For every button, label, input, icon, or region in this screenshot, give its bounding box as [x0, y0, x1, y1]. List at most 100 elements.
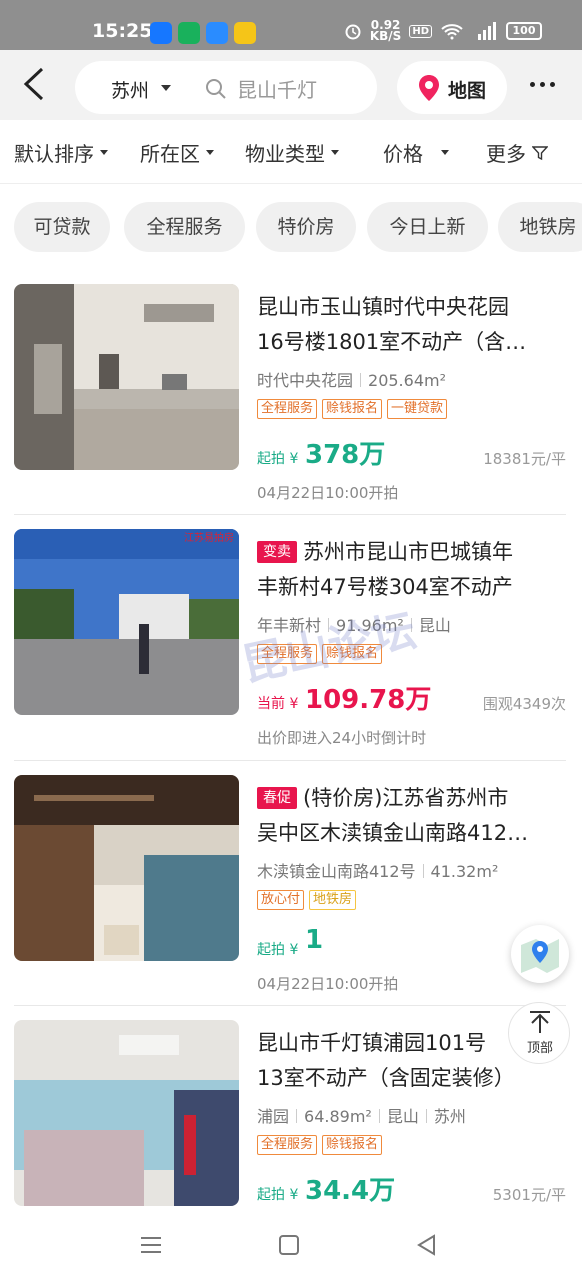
listing-photo[interactable]	[14, 775, 239, 961]
listing-title[interactable]: 春促 (特价房)江苏省苏州市 吴中区木渎镇金山南路412…	[257, 781, 562, 851]
filter-more[interactable]: 更多	[486, 138, 548, 167]
price: 378万	[305, 440, 386, 470]
filter-bar: 默认排序 所在区 物业类型 价格 更多	[0, 120, 582, 184]
arrow-up-icon	[530, 1011, 550, 1033]
listing-title-line1: 苏州市昆山市巴城镇年	[303, 540, 513, 564]
price-prefix: 起拍 ¥	[257, 1187, 299, 1203]
status-right: 0.92 KB/S HD 100	[344, 19, 542, 42]
district: 昆山	[418, 616, 451, 635]
area: 41.32m²	[430, 862, 499, 881]
price: 1	[305, 925, 324, 955]
chevron-left-icon	[23, 67, 44, 101]
listing-photo[interactable]	[14, 1020, 239, 1206]
listing-photo[interactable]: 江苏易拍房	[14, 529, 239, 715]
listing-title-line2: 吴中区木渎镇金山南路412…	[257, 821, 529, 845]
listing-meta: 时代中央花园 205.64m²	[257, 367, 446, 391]
signal-icon	[478, 22, 496, 40]
tag: 地铁房	[309, 890, 357, 910]
unit-price: 5301元/平	[492, 1186, 566, 1204]
tag: 赊钱报名	[322, 644, 383, 664]
caret-down-icon	[206, 150, 214, 155]
alarm-icon	[345, 24, 361, 40]
listing-title-line1: (特价房)江苏省苏州市	[303, 786, 509, 810]
battery-indicator: 100	[506, 22, 542, 40]
listing-meta: 木渎镇金山南路412号 41.32m²	[257, 858, 498, 882]
funnel-icon	[532, 145, 548, 160]
filter-price[interactable]: 价格	[383, 138, 449, 167]
back-button[interactable]	[20, 66, 50, 102]
status-bar: 15:25 0.92 KB/S HD 100	[0, 0, 582, 50]
filter-more-label: 更多	[486, 142, 526, 166]
chip-special-price[interactable]: 特价房	[256, 202, 356, 252]
listing-photo[interactable]	[14, 284, 239, 470]
listing-tags: 全程服务 赊钱报名 一键贷款	[257, 399, 448, 419]
back-to-top-label: 顶部	[526, 1041, 553, 1056]
listing-title-line2: 13室不动产（含固定装修）	[257, 1066, 515, 1090]
filter-sort[interactable]: 默认排序	[14, 138, 108, 167]
quick-filter-chips: 可贷款 全程服务 特价房 今日上新 地铁房	[14, 202, 582, 252]
loft-photo	[14, 775, 239, 961]
filter-district[interactable]: 所在区	[140, 138, 214, 167]
view-count: 围观4349次	[482, 695, 566, 713]
area: 91.96m²	[336, 616, 404, 635]
back-to-top-button[interactable]: 顶部	[508, 1002, 570, 1064]
unit-price: 18381元/平	[483, 450, 566, 468]
more-menu-button[interactable]	[530, 82, 555, 87]
menu-icon[interactable]	[140, 1234, 162, 1256]
map-button[interactable]: 地图	[397, 61, 507, 114]
filter-price-label: 价格	[383, 142, 423, 166]
chip-new-today[interactable]: 今日上新	[367, 202, 488, 252]
city-selector[interactable]: 苏州	[111, 76, 149, 103]
listing-tags: 全程服务 赊钱报名	[257, 1135, 383, 1155]
price-prefix: 当前 ¥	[257, 696, 299, 712]
tag: 全程服务	[257, 1135, 318, 1155]
bid-note: 出价即进入24小时倒计时	[257, 729, 427, 747]
city: 苏州	[433, 1107, 466, 1126]
listing-meta: 浦园 64.89m² 昆山 苏州	[257, 1103, 466, 1127]
listing-tags: 放心付 地铁房	[257, 890, 357, 910]
listing-meta: 年丰新村 91.96m² 昆山	[257, 612, 451, 636]
filter-property-type[interactable]: 物业类型	[245, 138, 339, 167]
map-location-icon	[521, 939, 559, 973]
map-pin-icon	[419, 75, 439, 101]
tag: 全程服务	[257, 644, 318, 664]
caret-down-icon	[331, 150, 339, 155]
bedroom-photo	[14, 1020, 239, 1206]
divider	[14, 1005, 566, 1006]
map-label: 地图	[448, 80, 487, 102]
alipay-icon	[150, 22, 172, 44]
price: 34.4万	[305, 1176, 396, 1206]
listing-title-line1: 昆山市玉山镇时代中央花园	[257, 295, 509, 319]
search-input[interactable]: 昆山千灯	[237, 74, 317, 103]
auction-time: 04月22日10:00开拍	[257, 484, 399, 502]
price: 109.78万	[305, 685, 432, 715]
tag: 赊钱报名	[322, 399, 383, 419]
filter-district-label: 所在区	[140, 142, 200, 166]
filter-sort-label: 默认排序	[14, 142, 94, 166]
district: 昆山	[386, 1107, 419, 1126]
chip-metro[interactable]: 地铁房	[498, 202, 582, 252]
chip-full-service[interactable]: 全程服务	[124, 202, 245, 252]
photo-source-label: 江苏易拍房	[184, 531, 234, 544]
listing-title[interactable]: 昆山市玉山镇时代中央花园 16号楼1801室不动产（含…	[257, 290, 562, 360]
area: 64.89m²	[304, 1107, 372, 1126]
xianyu-icon	[234, 22, 256, 44]
map-float-button[interactable]	[511, 925, 569, 983]
divider	[14, 760, 566, 761]
community-name: 年丰新村	[257, 616, 322, 635]
tag: 赊钱报名	[322, 1135, 383, 1155]
search-bar[interactable]: 苏州 昆山千灯	[75, 61, 377, 114]
top-nav: 苏州 昆山千灯 地图	[0, 50, 582, 120]
price-prefix: 起拍 ¥	[257, 942, 299, 958]
listing-tags: 全程服务 赊钱报名	[257, 644, 383, 664]
tag: 放心付	[257, 890, 305, 910]
chip-loanable[interactable]: 可贷款	[14, 202, 110, 252]
listing-title[interactable]: 变卖 苏州市昆山市巴城镇年 丰新村47号楼304室不动产	[257, 535, 562, 605]
community-name: 木渎镇金山南路412号	[257, 862, 416, 881]
community-name: 浦园	[257, 1107, 290, 1126]
home-icon[interactable]	[278, 1234, 300, 1256]
kitchen-photo	[14, 284, 239, 470]
divider	[14, 514, 566, 515]
back-triangle-icon[interactable]	[416, 1234, 438, 1256]
search-icon	[206, 79, 226, 99]
